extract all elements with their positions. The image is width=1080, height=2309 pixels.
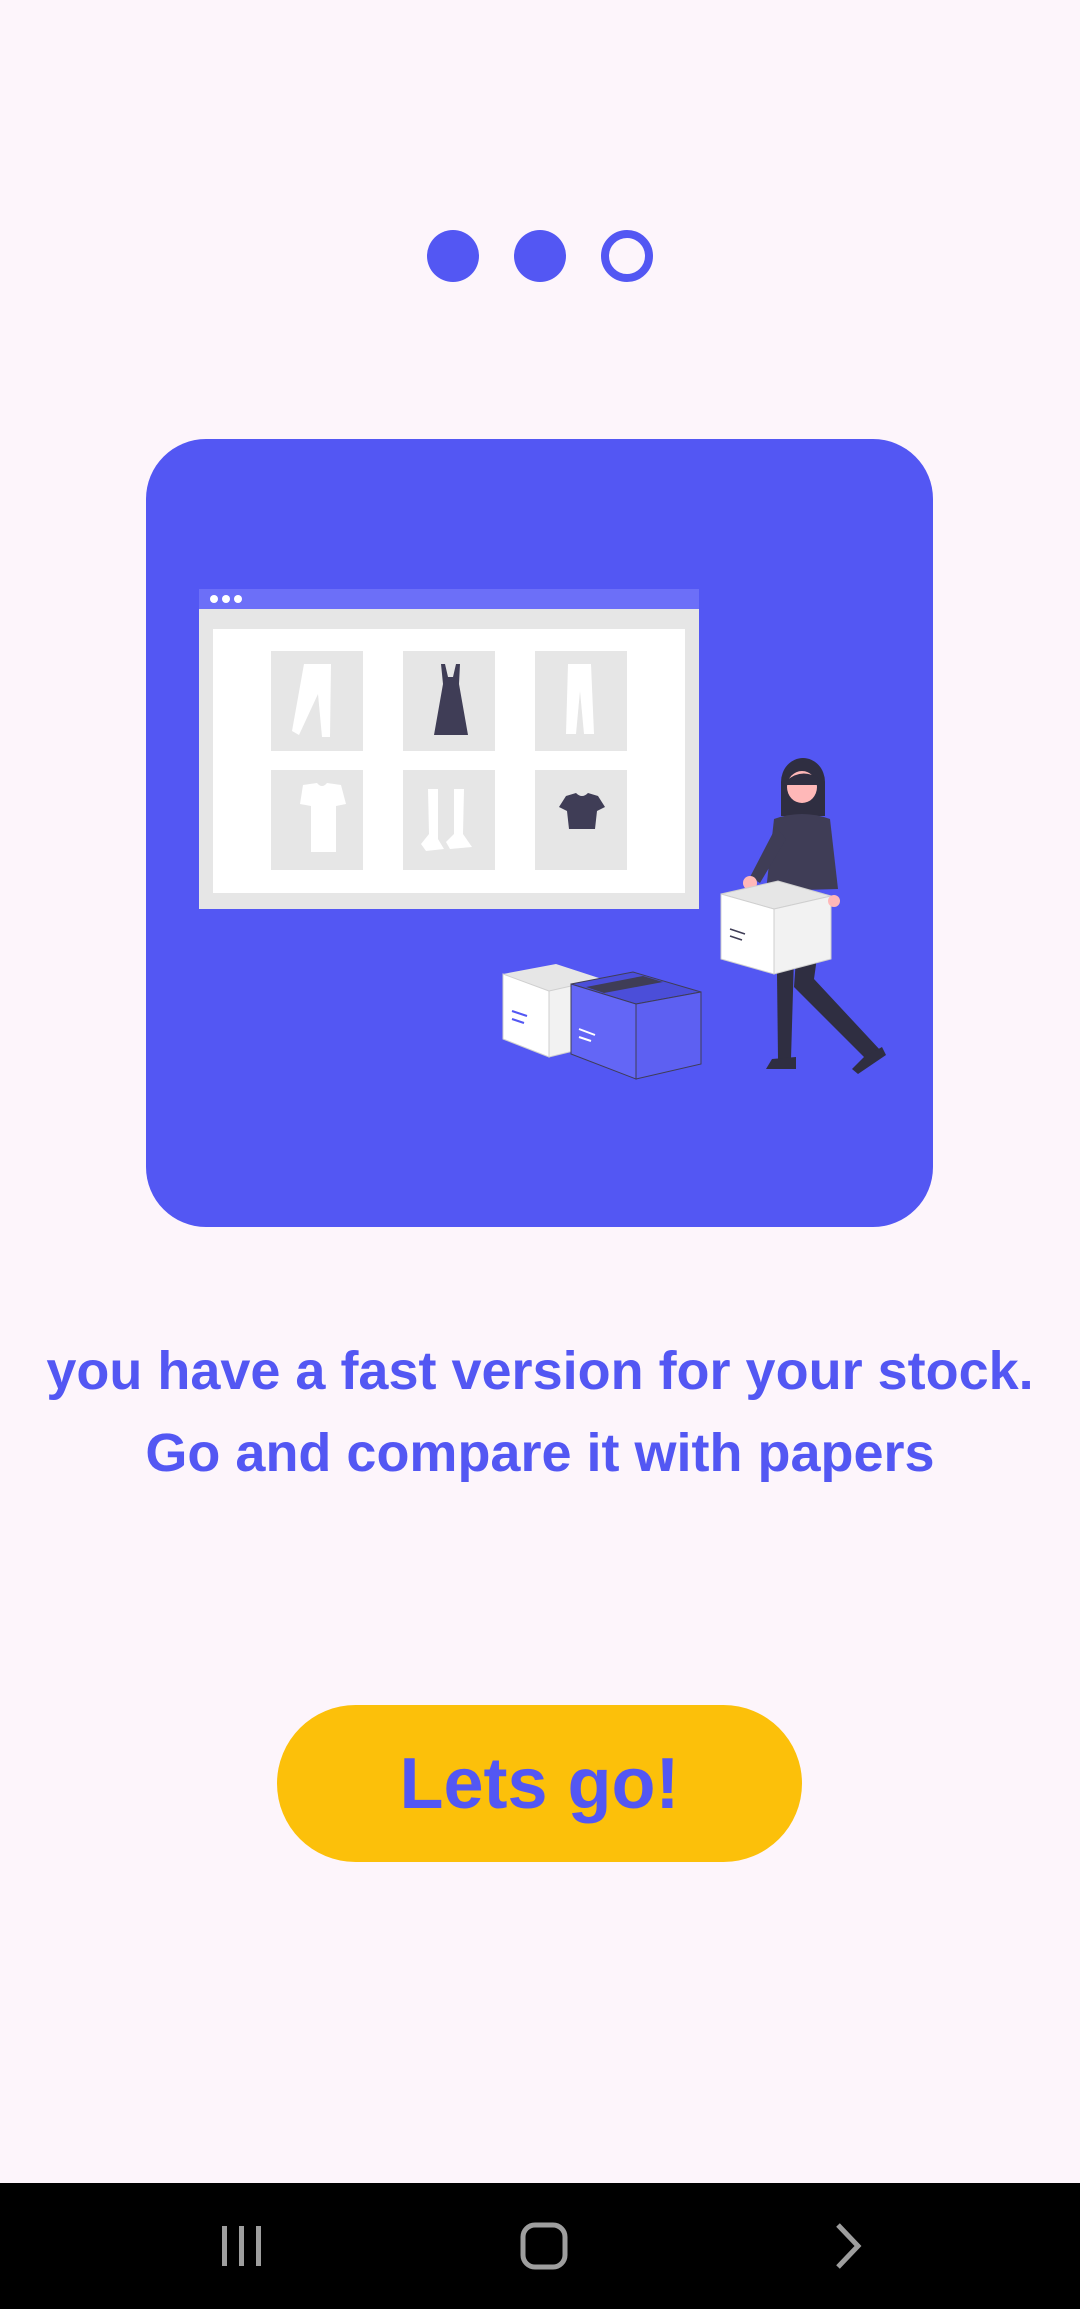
browser-window-graphic xyxy=(199,589,699,909)
lets-go-button[interactable]: Lets go! xyxy=(277,1705,802,1862)
back-button[interactable] xyxy=(778,2183,918,2309)
message-line-1: you have a fast version for your stock. xyxy=(46,1341,1034,1401)
message-line-2: Go and compare it with papers xyxy=(145,1423,935,1483)
boxes-graphic xyxy=(502,964,702,1080)
onboarding-illustration xyxy=(146,439,933,1227)
home-button[interactable] xyxy=(474,2183,614,2309)
page-indicator xyxy=(0,230,1080,282)
home-icon xyxy=(520,2222,568,2270)
page-dot-2 xyxy=(514,230,566,282)
back-icon xyxy=(836,2223,862,2269)
recent-apps-icon xyxy=(222,2226,261,2266)
page-dot-3-current xyxy=(601,230,653,282)
person-graphic xyxy=(720,758,886,1074)
page-dot-1 xyxy=(427,230,479,282)
system-navigation-bar xyxy=(0,2183,1080,2309)
recent-apps-button[interactable] xyxy=(172,2183,312,2309)
onboarding-message: you have a fast version for your stock. … xyxy=(0,1330,1080,1494)
